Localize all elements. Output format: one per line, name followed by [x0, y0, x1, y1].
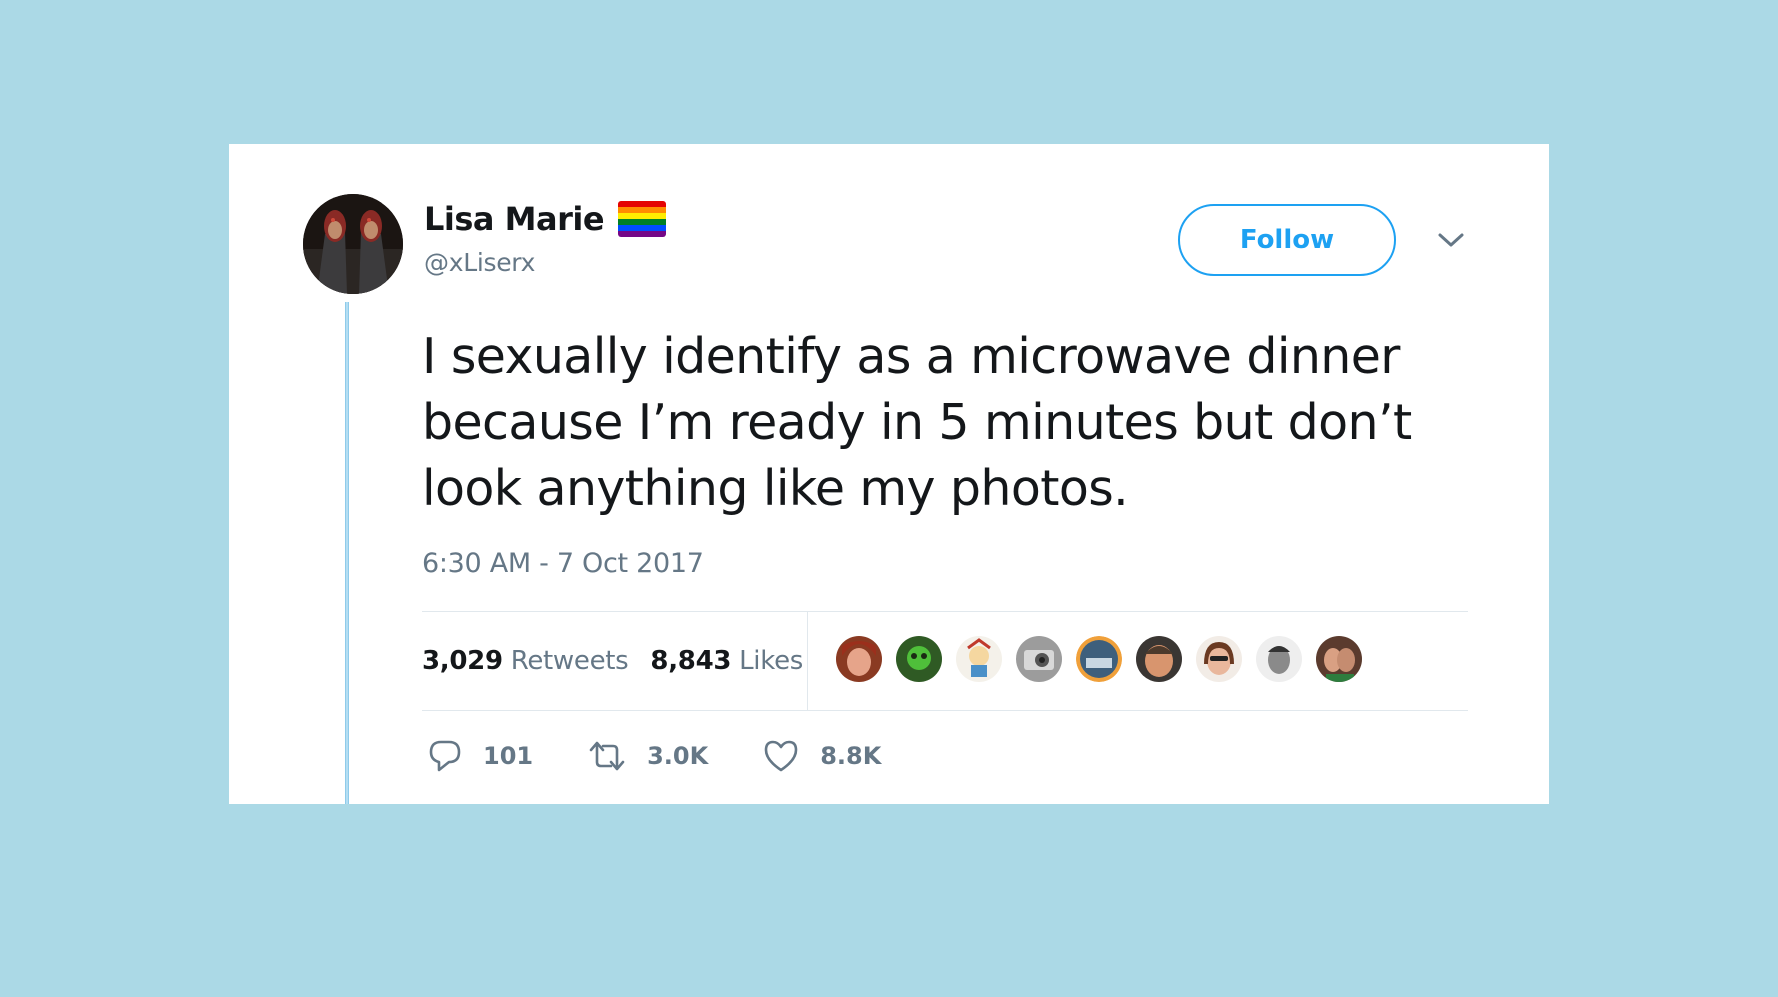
liker-avatar[interactable] [1074, 634, 1124, 684]
likes-label: Likes [739, 646, 804, 676]
liker-avatar[interactable] [1014, 634, 1064, 684]
heart-icon [764, 740, 798, 772]
retweet-button[interactable]: 3.0K [587, 738, 708, 774]
likes-stat[interactable]: 8,843 Likes [650, 646, 803, 676]
tweet-card: Lisa Marie @xLiserx Follow I sexually id… [229, 144, 1549, 804]
liker-avatar[interactable] [1254, 634, 1304, 684]
stats-separator [807, 612, 808, 710]
retweets-count: 3,029 [422, 646, 503, 676]
likes-count: 8,843 [650, 646, 732, 676]
reply-button[interactable]: 101 [427, 738, 533, 774]
liker-avatar[interactable] [1314, 634, 1364, 684]
reply-count: 101 [483, 742, 534, 770]
user-handle[interactable]: @xLiserx [424, 248, 535, 277]
retweets-stat[interactable]: 3,029 Retweets [422, 646, 629, 676]
tweet-actions: 101 3.0K 8.8K [427, 738, 935, 774]
tweet-stats: 3,029 Retweets 8,843 Likes [422, 612, 825, 710]
follow-button[interactable]: Follow [1178, 204, 1396, 276]
divider [422, 710, 1468, 711]
retweet-icon [589, 741, 625, 771]
reply-icon [429, 740, 461, 772]
retweet-count: 3.0K [647, 742, 709, 770]
chevron-down-icon[interactable] [1436, 230, 1466, 250]
tweet-text: I sexually identify as a microwave dinne… [422, 328, 1412, 517]
liker-avatars [834, 634, 1364, 684]
like-count: 8.8K [820, 742, 882, 770]
tweet-timestamp[interactable]: 6:30 AM - 7 Oct 2017 [422, 548, 704, 579]
liker-avatar[interactable] [894, 634, 944, 684]
avatar[interactable] [303, 194, 403, 294]
like-button[interactable]: 8.8K [762, 738, 881, 774]
liker-avatar[interactable] [1134, 634, 1184, 684]
thread-line [345, 302, 349, 804]
display-name[interactable]: Lisa Marie [424, 200, 605, 238]
name-row: Lisa Marie [424, 200, 667, 238]
rainbow-flag-icon [618, 201, 667, 237]
liker-avatar[interactable] [1194, 634, 1244, 684]
liker-avatar[interactable] [954, 634, 1004, 684]
liker-avatar[interactable] [834, 634, 884, 684]
retweets-label: Retweets [510, 646, 629, 676]
